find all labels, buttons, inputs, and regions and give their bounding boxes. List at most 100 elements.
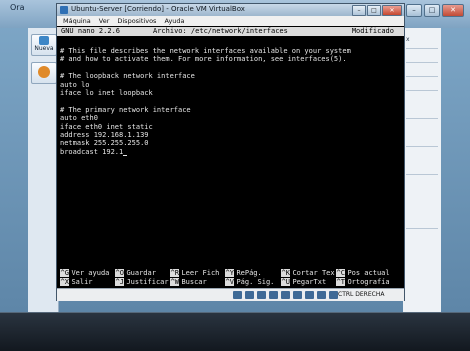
shortcut-label: Pág. Sig. [236,278,275,286]
shortcut-help: ^G Ver ayuda [60,269,109,278]
file-line [60,97,351,105]
display-icon[interactable] [293,291,302,299]
network-icon[interactable] [281,291,290,299]
maximize-icon[interactable]: □ [367,5,381,16]
host-title: Ora [10,3,25,12]
vm-menubar: Máquina Ver Dispositivos Ayuda [57,16,404,26]
nano-version: GNU nano 2.2.6 [61,27,121,35]
new-vm-icon [39,36,49,45]
shortcut-cur-pos: ^C Pos actual [336,269,390,278]
new-vm-button[interactable]: Nueva [31,34,57,56]
shortcut-spell: ^T Ortografía [336,278,390,287]
shortcut-exit: ^X Salir [60,278,93,287]
nano-header: GNU nano 2.2.6 Archivo: /etc/network/int… [57,27,404,36]
device-status-icons [233,291,338,299]
vm-statusbar: CTRL DERECHA [57,288,404,301]
nano-filename: Archivo: /etc/network/interfaces [153,27,288,35]
nano-modified-status: Modificado [351,27,394,35]
shortcut-key: ^K [281,269,291,277]
maximize-icon[interactable]: □ [424,4,440,17]
divider [406,174,438,175]
divider [406,76,438,77]
divider [406,228,438,229]
vm-titlebar: Ubuntu-Server [Corriendo] - Oracle VM Vi… [57,4,404,16]
file-line-text: broadcast 192.1 [60,147,124,156]
gear-icon [38,66,50,78]
shortcut-label: Ortografía [347,278,390,286]
shortcut-row: ^G Ver ayuda ^O Guardar ^R Leer Fich ^Y RePá… [60,269,400,278]
shortcut-label: Ver ayuda [71,269,110,277]
shortcut-justify: ^J Justificar [115,278,169,287]
shortcut-label: Leer Fich [181,269,220,277]
shortcut-key: ^O [115,269,125,277]
shared-folder-icon[interactable] [269,291,278,299]
shortcut-cut-text: ^K Cortar Tex [281,269,335,278]
minimize-icon[interactable]: – [352,5,366,16]
file-line: # The loopback network interface [60,72,195,81]
shortcut-where-is: ^W Buscar [170,278,207,287]
settings-button[interactable] [31,62,57,84]
shortcut-row: ^X Salir ^J Justificar ^W Buscar ^V Pág. Sig… [60,278,400,287]
shortcut-key: ^V [225,278,235,286]
minimize-icon[interactable]: – [406,4,422,17]
menu-view[interactable]: Ver [99,16,110,26]
shortcut-label: Buscar [181,278,207,286]
shortcut-label: PegarTxt [292,278,327,286]
shortcut-label: Pos actual [347,269,390,277]
divider [406,146,438,147]
keyboard-icon[interactable] [329,291,338,299]
details-text: x [406,36,410,43]
shortcut-label: Cortar Tex [292,269,335,277]
menu-machine[interactable]: Máquina [63,16,91,26]
divider [406,48,438,49]
shortcut-key: ^C [336,269,346,277]
shortcut-key: ^X [60,278,70,286]
host-key-label: CTRL DERECHA [338,291,385,298]
usb-icon[interactable] [257,291,266,299]
new-vm-label: Nueva [34,45,54,52]
shortcut-prev-page: ^Y RePág. [225,269,262,278]
shortcut-uncut-text: ^U PegarTxt [281,278,326,287]
shortcut-key: ^T [336,278,346,286]
shortcut-label: RePág. [236,269,262,277]
file-line: # and how to activate them. For more inf… [60,55,347,64]
shortcut-key: ^J [115,278,125,286]
file-line: netmask 255.255.255.0 [60,139,149,148]
file-line: address 192.168.1.139 [60,130,149,139]
shortcut-label: Salir [71,278,93,286]
vm-window: Ubuntu-Server [Corriendo] - Oracle VM Vi… [56,3,405,301]
shortcut-label: Justificar [126,278,169,286]
shortcut-read-file: ^R Leer Fich [170,269,219,278]
file-line: # This file describes the network interf… [60,47,351,55]
file-line: # The primary network interface [60,105,191,114]
file-line: auto lo [60,80,90,89]
shortcut-next-page: ^V Pág. Sig. [225,278,274,287]
nano-shortcuts: ^G Ver ayuda ^O Guardar ^R Leer Fich ^Y RePá… [60,269,400,287]
divider [406,118,438,119]
hard-disk-icon[interactable] [233,291,242,299]
divider [406,90,438,91]
mouse-integration-icon[interactable] [317,291,326,299]
host-details-panel: x [403,28,441,318]
file-line: iface eth0 inet static [60,122,153,131]
menu-help[interactable]: Ayuda [164,16,184,26]
host-window-controls: – □ ✕ [406,4,464,17]
shortcut-key: ^W [170,278,180,286]
text-cursor [123,155,128,157]
menu-devices[interactable]: Dispositivos [117,16,156,26]
shortcut-label: Guardar [126,269,156,277]
close-icon[interactable]: ✕ [382,5,402,16]
shortcut-key: ^U [281,278,291,286]
file-content[interactable]: # This file describes the network interf… [60,47,351,157]
file-line: iface lo inet loopback [60,88,153,97]
vm-window-controls: – □ ✕ [352,5,402,16]
capture-icon[interactable] [305,291,314,299]
vm-title: Ubuntu-Server [Corriendo] - Oracle VM Vi… [71,5,245,13]
optical-drive-icon[interactable] [245,291,254,299]
shortcut-save: ^O Guardar [115,269,156,278]
terminal-screen[interactable]: GNU nano 2.2.6 Archivo: /etc/network/int… [57,26,404,288]
close-icon[interactable]: ✕ [442,4,464,17]
shortcut-key: ^Y [225,269,235,277]
shortcut-key: ^G [60,269,70,277]
virtualbox-icon [60,6,68,14]
